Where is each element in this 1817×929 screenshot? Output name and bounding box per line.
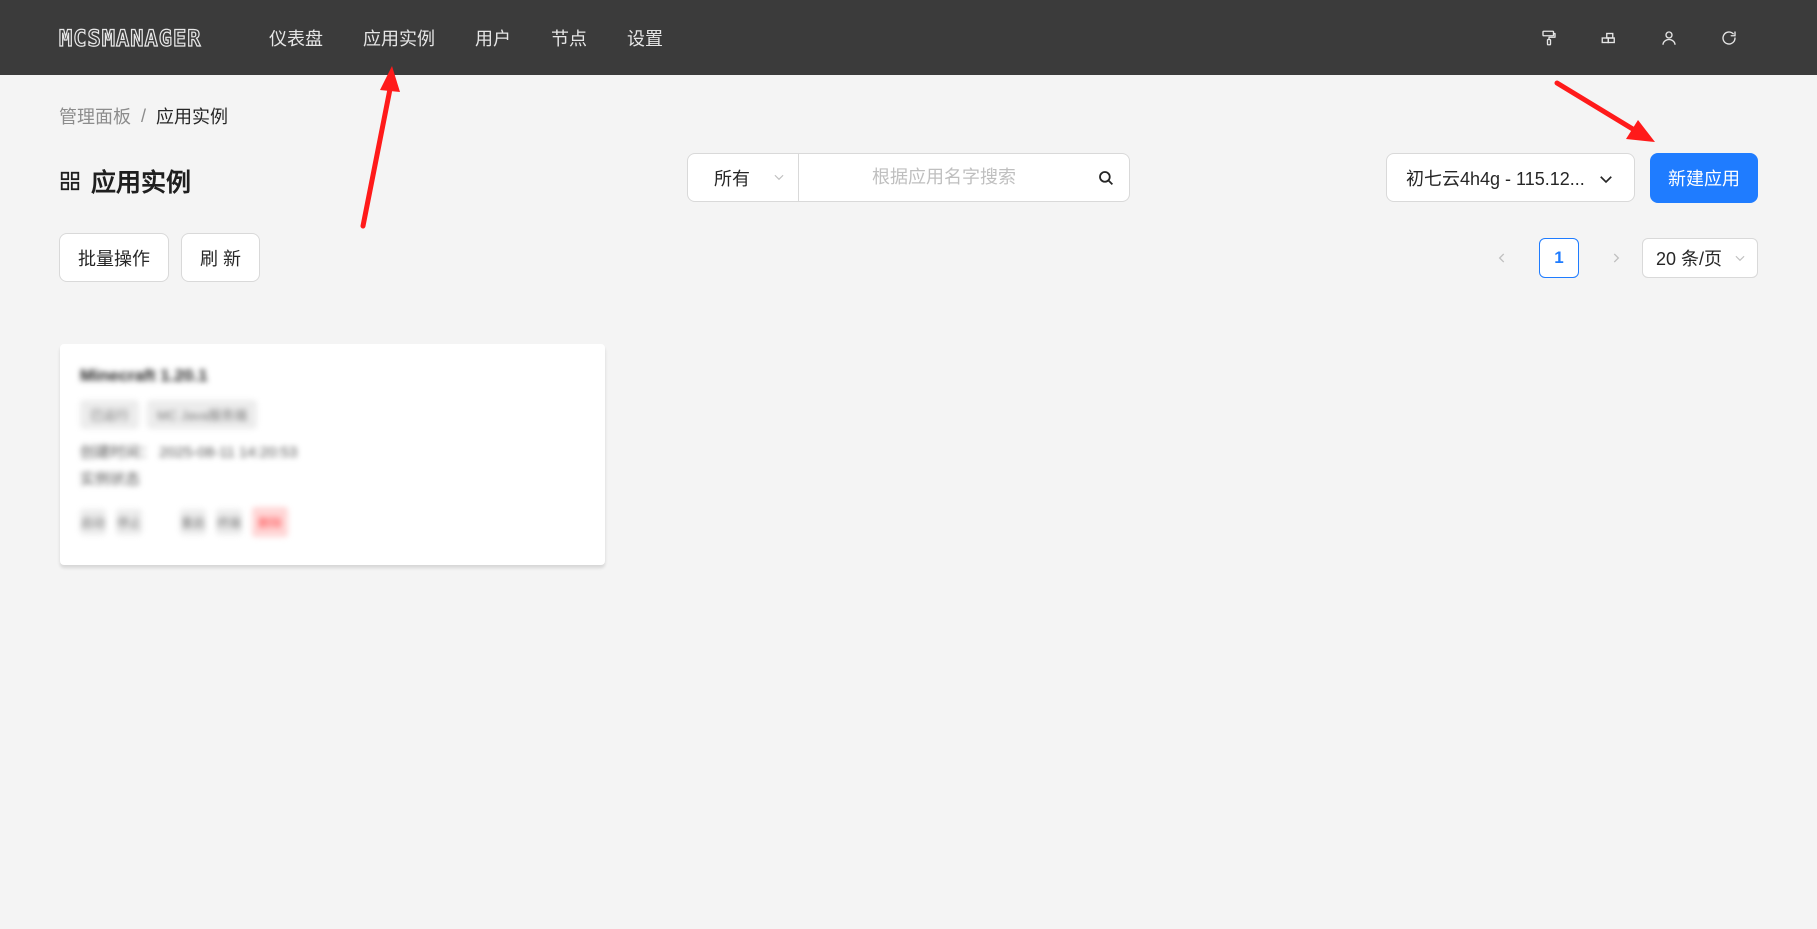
terminal-button[interactable]: 终端 bbox=[216, 509, 242, 535]
blocks-icon[interactable] bbox=[1598, 27, 1620, 49]
nav-users[interactable]: 用户 bbox=[475, 25, 511, 51]
nav-dashboard[interactable]: 仪表盘 bbox=[269, 25, 323, 51]
annotation-arrow-new-button bbox=[1554, 80, 1655, 142]
chevron-down-icon bbox=[1600, 176, 1612, 184]
nav-nodes[interactable]: 节点 bbox=[551, 25, 587, 51]
header-actions bbox=[1500, 0, 1740, 75]
breadcrumb-separator: / bbox=[141, 105, 147, 126]
start-button[interactable]: 启动 bbox=[80, 509, 106, 535]
instance-tags: 已运行 MC Java服务端 bbox=[80, 400, 585, 429]
type-select-value: 所有 bbox=[714, 168, 750, 189]
delete-button[interactable]: 删除 bbox=[252, 507, 288, 537]
nav-settings[interactable]: 设置 bbox=[627, 25, 663, 51]
page-title: 应用实例 bbox=[59, 163, 191, 199]
instance-actions: 启动 停止 重启 终端 删除 bbox=[80, 507, 585, 537]
grid-icon bbox=[60, 171, 80, 191]
breadcrumb-current: 应用实例 bbox=[156, 107, 229, 127]
page-size-select[interactable]: 20 条/页 bbox=[1642, 238, 1758, 278]
restart-button[interactable]: 重启 bbox=[180, 509, 206, 535]
annotation-arrow-nav bbox=[360, 66, 400, 229]
new-instance-button[interactable]: 新建应用 bbox=[1650, 153, 1758, 203]
stop-button[interactable]: 停止 bbox=[116, 509, 142, 535]
main-nav: 仪表盘 应用实例 用户 节点 设置 bbox=[269, 0, 703, 75]
node-select[interactable]: 初七云4h4g - 115.12... bbox=[1386, 153, 1635, 202]
user-icon[interactable] bbox=[1658, 27, 1680, 49]
search-input[interactable] bbox=[799, 154, 1129, 201]
pagination: 1 bbox=[1490, 238, 1628, 278]
prev-page-icon[interactable] bbox=[1490, 246, 1514, 270]
top-navbar: MCSMANAGER 仪表盘 应用实例 用户 节点 设置 bbox=[0, 0, 1817, 75]
paint-roller-icon[interactable] bbox=[1538, 27, 1560, 49]
next-page-icon[interactable] bbox=[1604, 246, 1628, 270]
search-box bbox=[799, 153, 1130, 202]
nav-instances[interactable]: 应用实例 bbox=[363, 25, 435, 51]
instance-extra-info: 实例状态 bbox=[80, 471, 141, 488]
instance-created-time: 创建时间： 2025-08-11 14:20:53 bbox=[80, 444, 298, 461]
type-select[interactable]: 所有 bbox=[687, 153, 799, 202]
page-title-text: 应用实例 bbox=[91, 169, 192, 197]
type-badge: MC Java服务端 bbox=[147, 400, 258, 429]
breadcrumb-root[interactable]: 管理面板 bbox=[59, 103, 131, 129]
refresh-button[interactable]: 刷 新 bbox=[181, 233, 260, 282]
batch-operation-button[interactable]: 批量操作 bbox=[59, 233, 169, 282]
search-icon[interactable] bbox=[1097, 169, 1115, 187]
node-select-value: 初七云4h4g - 115.12... bbox=[1406, 168, 1585, 189]
app-logo[interactable]: MCSMANAGER bbox=[58, 27, 234, 51]
chevron-down-icon bbox=[1735, 255, 1745, 262]
page-number-current[interactable]: 1 bbox=[1539, 238, 1579, 278]
instance-filter: 所有 bbox=[687, 153, 1130, 202]
chevron-down-icon bbox=[774, 174, 784, 181]
refresh-icon[interactable] bbox=[1718, 27, 1740, 49]
instance-name: Minecraft 1.20.1 bbox=[80, 366, 208, 385]
page-size-value: 20 条/页 bbox=[1656, 249, 1723, 269]
instance-card[interactable]: Minecraft 1.20.1 已运行 MC Java服务端 创建时间： 20… bbox=[60, 344, 605, 565]
status-badge: 已运行 bbox=[80, 400, 140, 429]
breadcrumb: 管理面板 / 应用实例 bbox=[59, 103, 228, 129]
